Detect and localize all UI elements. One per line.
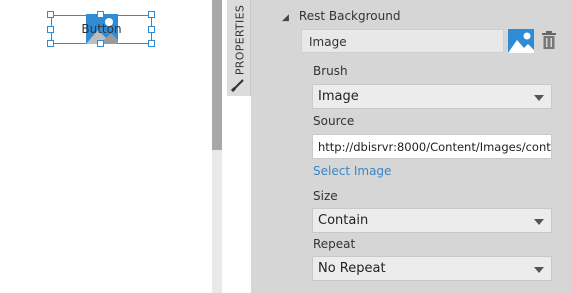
image-icon[interactable] xyxy=(508,29,534,53)
size-select-value: Contain xyxy=(318,213,369,228)
source-url-input[interactable]: http://dbisrvr:8000/Content/Images/contr… xyxy=(312,134,552,159)
resize-handle-right[interactable] xyxy=(148,26,155,33)
size-label: Size xyxy=(313,189,338,203)
repeat-label: Repeat xyxy=(313,237,356,251)
resize-handle-top[interactable] xyxy=(97,11,104,18)
repeat-select[interactable]: No Repeat xyxy=(312,256,552,281)
trash-icon[interactable] xyxy=(541,31,557,49)
chevron-down-icon[interactable] xyxy=(534,219,544,225)
resize-handle-left[interactable] xyxy=(47,26,54,33)
rest-background-header[interactable]: ◢ Rest Background xyxy=(282,9,400,23)
design-canvas[interactable]: Button xyxy=(0,0,212,293)
resize-handle-top-left[interactable] xyxy=(47,11,54,18)
canvas-scrollbar-thumb[interactable] xyxy=(212,0,222,150)
properties-panel: ◢ Rest Background Image Brush Image Sourc… xyxy=(251,0,571,293)
source-label: Source xyxy=(313,114,355,128)
properties-tab[interactable]: PROPERTIES xyxy=(227,0,251,96)
size-select[interactable]: Contain xyxy=(312,208,552,233)
resize-handle-top-right[interactable] xyxy=(148,11,155,18)
chevron-down-icon[interactable] xyxy=(534,95,544,101)
resize-handle-bottom-left[interactable] xyxy=(47,40,54,47)
select-image-link[interactable]: Select Image xyxy=(313,164,391,178)
button-text: Button xyxy=(81,22,122,36)
brush-label: Brush xyxy=(313,64,348,78)
repeat-select-value: No Repeat xyxy=(318,261,386,276)
background-name-field[interactable]: Image xyxy=(301,29,504,53)
brush-select[interactable]: Image xyxy=(312,84,552,109)
properties-tab-label: PROPERTIES xyxy=(233,4,247,76)
brush-icon xyxy=(231,79,244,92)
resize-handle-bottom-right[interactable] xyxy=(148,40,155,47)
brush-select-value: Image xyxy=(318,89,359,104)
resize-handle-bottom[interactable] xyxy=(97,40,104,47)
rest-background-title: Rest Background xyxy=(298,9,401,23)
collapse-caret-icon[interactable]: ◢ xyxy=(282,13,289,23)
chevron-down-icon[interactable] xyxy=(534,267,544,273)
